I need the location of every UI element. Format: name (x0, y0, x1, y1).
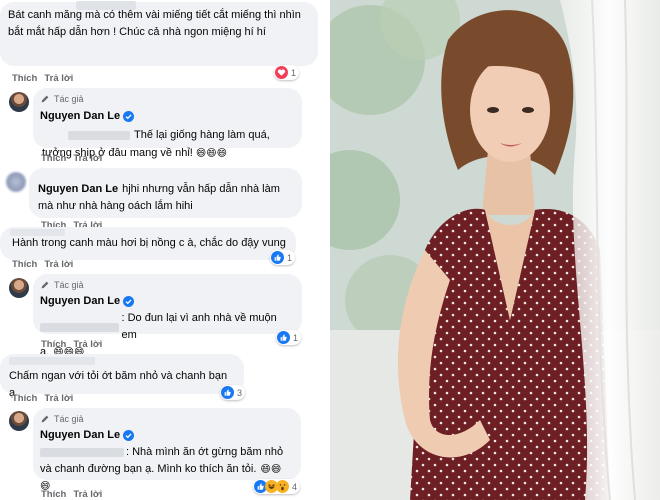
author-name-text: Nguyen Dan Le (40, 110, 121, 122)
comment-text-line2: mà như nhà hàng oách lắm hihi (38, 200, 193, 212)
wow-reaction-icon (276, 480, 289, 493)
comment-actions: Thích Trả lời (12, 73, 73, 84)
author-tag: Tác giả (40, 413, 293, 425)
comment-text-line2: và chanh đường bạn ạ. Mình ko thích ăn t… (40, 463, 257, 475)
comment-bubble: Tác giả Nguyen Dan Le : Do đun lại vì an… (33, 274, 302, 358)
commenter-avatar[interactable] (6, 172, 26, 192)
pen-icon (41, 415, 49, 423)
comment-bubble: Nguyen Dan Le hjhi nhưng vẫn hấp dẫn nhà… (29, 168, 302, 218)
author-avatar[interactable] (9, 92, 29, 112)
author-tag-label: Tác giả (54, 93, 84, 104)
like-link[interactable]: Thích (12, 259, 37, 270)
mention-redacted (40, 448, 124, 457)
reaction-number: 1 (287, 252, 293, 263)
woman-in-polka-dot-dress-photo (330, 0, 660, 500)
reaction-number: 4 (292, 481, 298, 492)
reaction-count[interactable]: 1 (276, 330, 302, 345)
mention-redacted (68, 131, 130, 140)
verified-badge-icon (123, 430, 135, 441)
reaction-number: 1 (293, 332, 299, 343)
love-reaction-icon (275, 66, 288, 79)
comment-text-line1: Thế lại giống hàng làm quá, (134, 129, 270, 141)
author-name[interactable]: Nguyen Dan Le (40, 427, 135, 444)
author-name[interactable]: Nguyen Dan Le (40, 108, 135, 125)
reply-link[interactable]: Trả lời (44, 393, 73, 404)
author-name[interactable]: Nguyen Dan Le (40, 293, 135, 310)
reply-link[interactable]: Trả lời (73, 153, 102, 164)
author-name[interactable]: Nguyen Dan Le (38, 181, 118, 198)
like-reaction-icon (271, 251, 284, 264)
author-avatar[interactable] (9, 278, 29, 298)
comment-bubble: Tác giả Nguyen Dan Le Thế lại giống hàng… (33, 88, 302, 159)
reply-link[interactable]: Trả lời (44, 259, 73, 270)
commenter-name-redacted (9, 357, 95, 365)
author-name-text: Nguyen Dan Le (38, 183, 119, 195)
like-link[interactable]: Thích (41, 339, 66, 350)
author-avatar[interactable] (9, 411, 29, 431)
reaction-count[interactable]: 1 (274, 65, 300, 80)
comment-text-line1: : Nhà mình ăn ớt gừng băm nhỏ (126, 446, 284, 458)
comment-actions: Thích Trả lời (12, 259, 73, 270)
comment-actions: Thích Trả lời (41, 153, 102, 164)
comment-bubble: Chấm ngan với tỏi ớt băm nhỏ và chanh bạ… (0, 354, 244, 399)
author-tag: Tác giả (40, 93, 294, 105)
laughing-emoji-icon: 😄😄 (260, 464, 282, 475)
author-tag-label: Tác giả (54, 413, 84, 424)
reaction-number: 1 (291, 67, 297, 78)
laughing-emoji-icon: 😄😄😄 (195, 148, 228, 159)
comment-actions: Thích Trả lời (12, 393, 73, 404)
comment-text: Bát canh măng mà có thêm vài miếng tiết … (8, 9, 301, 38)
author-name-text: Nguyen Dan Le (40, 295, 121, 307)
like-link[interactable]: Thích (41, 153, 66, 164)
comment-actions: Thích Trả lời (41, 489, 102, 500)
reaction-number: 3 (237, 387, 243, 398)
commenter-name-redacted (76, 1, 136, 10)
mention-redacted (40, 322, 120, 332)
reply-link[interactable]: Trả lời (73, 339, 102, 350)
reply-link[interactable]: Trả lời (44, 73, 73, 84)
like-reaction-icon (277, 331, 290, 344)
reaction-count[interactable]: 4 (253, 479, 301, 494)
comment-text-line1: : Do đun lại vì anh nhà về muộn em (121, 312, 277, 341)
comment-bubble: Hành trong canh màu hơi bị nồng c à, chắ… (0, 227, 296, 260)
like-link[interactable]: Thích (12, 73, 37, 84)
comment-bubble: Tác giả Nguyen Dan Le : Nhà mình ăn ớt g… (33, 408, 301, 492)
pen-icon (41, 95, 49, 103)
comments-panel: Bát canh măng mà có thêm vài miếng tiết … (0, 0, 330, 500)
comment-text: Hành trong canh màu hơi bị nồng c à, chắ… (12, 237, 286, 249)
commenter-name-redacted (10, 229, 65, 236)
author-tag-label: Tác giả (54, 279, 84, 290)
comment-bubble: Bát canh măng mà có thêm vài miếng tiết … (0, 1, 318, 66)
author-name-text: Nguyen Dan Le (40, 429, 121, 441)
like-link[interactable]: Thích (41, 489, 66, 500)
reaction-count[interactable]: 3 (220, 385, 246, 400)
verified-badge-icon (123, 296, 135, 307)
like-reaction-icon (221, 386, 234, 399)
verified-badge-icon (123, 111, 135, 122)
pen-icon (41, 281, 49, 289)
reply-link[interactable]: Trả lời (73, 489, 102, 500)
reaction-count[interactable]: 1 (270, 250, 296, 265)
like-link[interactable]: Thích (12, 393, 37, 404)
comment-actions: Thích Trả lời (41, 339, 102, 350)
profile-photo (330, 0, 660, 500)
comment-text-line1: hjhi nhưng vẫn hấp dẫn nhà làm (122, 183, 280, 195)
author-tag: Tác giả (40, 279, 294, 291)
